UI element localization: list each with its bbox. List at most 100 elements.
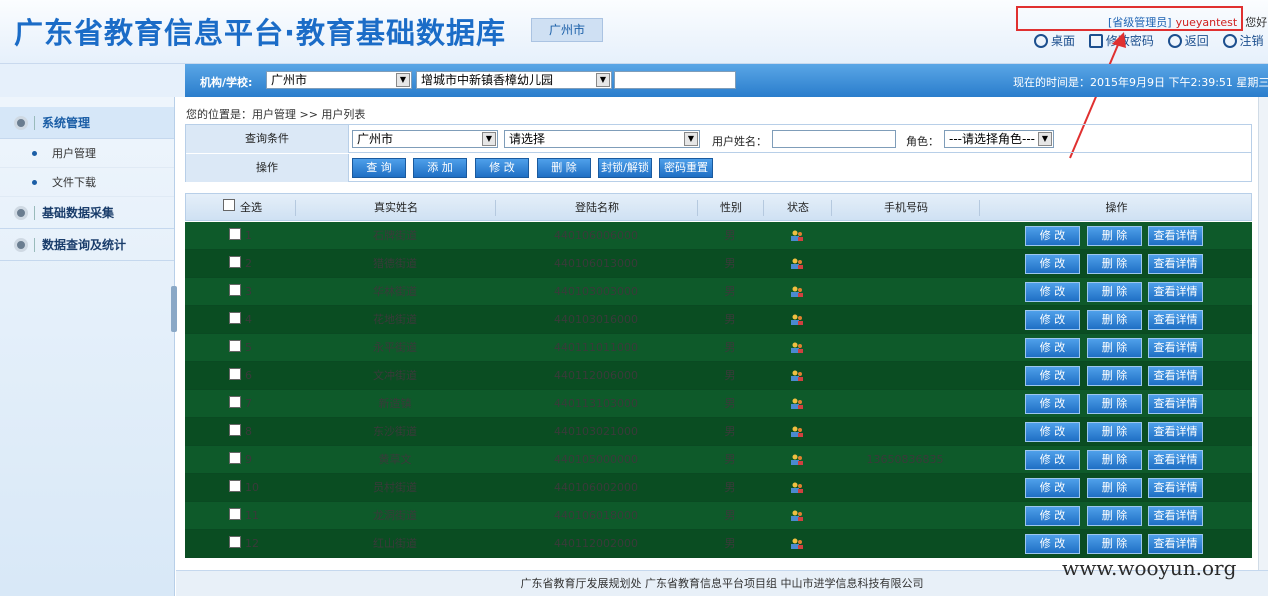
row-delete-button[interactable]: 删 除: [1087, 506, 1142, 526]
sidebar-item-data-collection[interactable]: 基础数据采集: [0, 197, 174, 229]
user-status-icon: [791, 314, 803, 325]
row-delete-button[interactable]: 删 除: [1087, 254, 1142, 274]
row-edit-button[interactable]: 修 改: [1025, 422, 1080, 442]
row-details-button[interactable]: 查看详情: [1148, 394, 1203, 414]
user-status-icon: [791, 398, 803, 409]
row-delete-button[interactable]: 删 除: [1087, 226, 1142, 246]
row-login-name: 440111011000: [554, 341, 638, 354]
row-checkbox[interactable]: [229, 340, 241, 352]
row-real-name: 员村街道: [373, 481, 417, 494]
sidebar-item-data-query[interactable]: 数据查询及统计: [0, 229, 174, 261]
username-input[interactable]: [772, 130, 896, 148]
table-row: 1 石牌街道 440106006000 男 修 改删 除查看详情: [185, 222, 1252, 250]
row-gender: 男: [724, 481, 736, 494]
edit-button[interactable]: 修 改: [475, 158, 529, 178]
gear-icon: [14, 116, 28, 130]
city-select[interactable]: 广州市 ▼: [266, 71, 412, 89]
sidebar-item-user-management[interactable]: 用户管理: [0, 139, 174, 168]
bullet-icon: [32, 180, 37, 185]
org-search-input[interactable]: [614, 71, 736, 89]
greeting: 您好: [1245, 16, 1268, 29]
row-edit-button[interactable]: 修 改: [1025, 226, 1080, 246]
row-login-name: 440106018000: [554, 509, 638, 522]
row-delete-button[interactable]: 删 除: [1087, 338, 1142, 358]
row-delete-button[interactable]: 删 除: [1087, 478, 1142, 498]
row-checkbox[interactable]: [229, 452, 241, 464]
query-district-select[interactable]: 请选择 ▼: [504, 130, 700, 148]
query-city-select[interactable]: 广州市 ▼: [352, 130, 498, 148]
row-edit-button[interactable]: 修 改: [1025, 478, 1080, 498]
row-checkbox[interactable]: [229, 368, 241, 380]
row-details-button[interactable]: 查看详情: [1148, 534, 1203, 554]
table-row: 2 猎德街道 440106013000 男 修 改删 除查看详情: [185, 250, 1252, 278]
row-details-button[interactable]: 查看详情: [1148, 450, 1203, 470]
row-gender: 男: [724, 509, 736, 522]
row-checkbox[interactable]: [229, 228, 241, 240]
row-number: 1: [245, 229, 252, 242]
delete-button[interactable]: 删 除: [537, 158, 591, 178]
row-checkbox[interactable]: [229, 312, 241, 324]
row-login-name: 440113103000: [554, 397, 638, 410]
row-details-button[interactable]: 查看详情: [1148, 338, 1203, 358]
row-delete-button[interactable]: 删 除: [1087, 450, 1142, 470]
scrollbar[interactable]: [1258, 97, 1268, 570]
row-checkbox[interactable]: [229, 396, 241, 408]
row-details-button[interactable]: 查看详情: [1148, 478, 1203, 498]
row-real-name: 东沙街道: [373, 425, 417, 438]
role-select[interactable]: ---请选择角色--- ▼: [944, 130, 1054, 148]
row-details-button[interactable]: 查看详情: [1148, 226, 1203, 246]
row-checkbox[interactable]: [229, 284, 241, 296]
row-edit-button[interactable]: 修 改: [1025, 254, 1080, 274]
user-status-icon: [791, 482, 803, 493]
row-phone: [831, 362, 979, 390]
username-label: 用户姓名：: [712, 135, 767, 148]
row-edit-button[interactable]: 修 改: [1025, 506, 1080, 526]
row-login-name: 440112006000: [554, 369, 638, 382]
row-number: 5: [245, 341, 252, 354]
row-delete-button[interactable]: 删 除: [1087, 282, 1142, 302]
sidebar-collapse-handle[interactable]: [171, 286, 177, 332]
back-link[interactable]: 返回: [1167, 34, 1209, 48]
row-checkbox[interactable]: [229, 508, 241, 520]
reset-password-button[interactable]: 密码重置: [659, 158, 713, 178]
row-delete-button[interactable]: 删 除: [1087, 310, 1142, 330]
breadcrumb: 您的位置是：用户管理 >> 用户列表: [186, 108, 366, 121]
row-checkbox[interactable]: [229, 424, 241, 436]
row-edit-button[interactable]: 修 改: [1025, 394, 1080, 414]
row-edit-button[interactable]: 修 改: [1025, 450, 1080, 470]
row-edit-button[interactable]: 修 改: [1025, 310, 1080, 330]
row-details-button[interactable]: 查看详情: [1148, 254, 1203, 274]
lock-unlock-button[interactable]: 封锁/解锁: [598, 158, 652, 178]
row-edit-button[interactable]: 修 改: [1025, 366, 1080, 386]
row-checkbox[interactable]: [229, 256, 241, 268]
row-details-button[interactable]: 查看详情: [1148, 366, 1203, 386]
row-edit-button[interactable]: 修 改: [1025, 338, 1080, 358]
school-select[interactable]: 增城市中新镇香樟幼儿园 ▼: [416, 71, 612, 89]
user-status-icon: [791, 454, 803, 465]
row-details-button[interactable]: 查看详情: [1148, 282, 1203, 302]
row-checkbox[interactable]: [229, 536, 241, 548]
row-delete-button[interactable]: 删 除: [1087, 394, 1142, 414]
row-phone: [831, 222, 979, 250]
row-checkbox[interactable]: [229, 480, 241, 492]
row-edit-button[interactable]: 修 改: [1025, 534, 1080, 554]
row-delete-button[interactable]: 删 除: [1087, 422, 1142, 442]
row-edit-button[interactable]: 修 改: [1025, 282, 1080, 302]
row-login-name: 440106013000: [554, 257, 638, 270]
query-button[interactable]: 查 询: [352, 158, 406, 178]
table-row: 7 新造镇 440113103000 男 修 改删 除查看详情: [185, 390, 1252, 418]
sidebar-item-system[interactable]: 系统管理: [0, 107, 174, 139]
row-delete-button[interactable]: 删 除: [1087, 366, 1142, 386]
user-info: [省级管理员] yueyantest 您好: [1108, 14, 1267, 30]
row-details-button[interactable]: 查看详情: [1148, 422, 1203, 442]
row-gender: 男: [724, 425, 736, 438]
add-button[interactable]: 添 加: [413, 158, 467, 178]
user-status-icon: [791, 370, 803, 381]
row-details-button[interactable]: 查看详情: [1148, 506, 1203, 526]
row-details-button[interactable]: 查看详情: [1148, 310, 1203, 330]
row-real-name: 文冲街道: [373, 369, 417, 382]
city-badge: 广州市: [531, 18, 603, 42]
sidebar-item-file-download[interactable]: 文件下载: [0, 168, 174, 197]
logout-link[interactable]: 注销: [1222, 34, 1264, 48]
row-delete-button[interactable]: 删 除: [1087, 534, 1142, 554]
